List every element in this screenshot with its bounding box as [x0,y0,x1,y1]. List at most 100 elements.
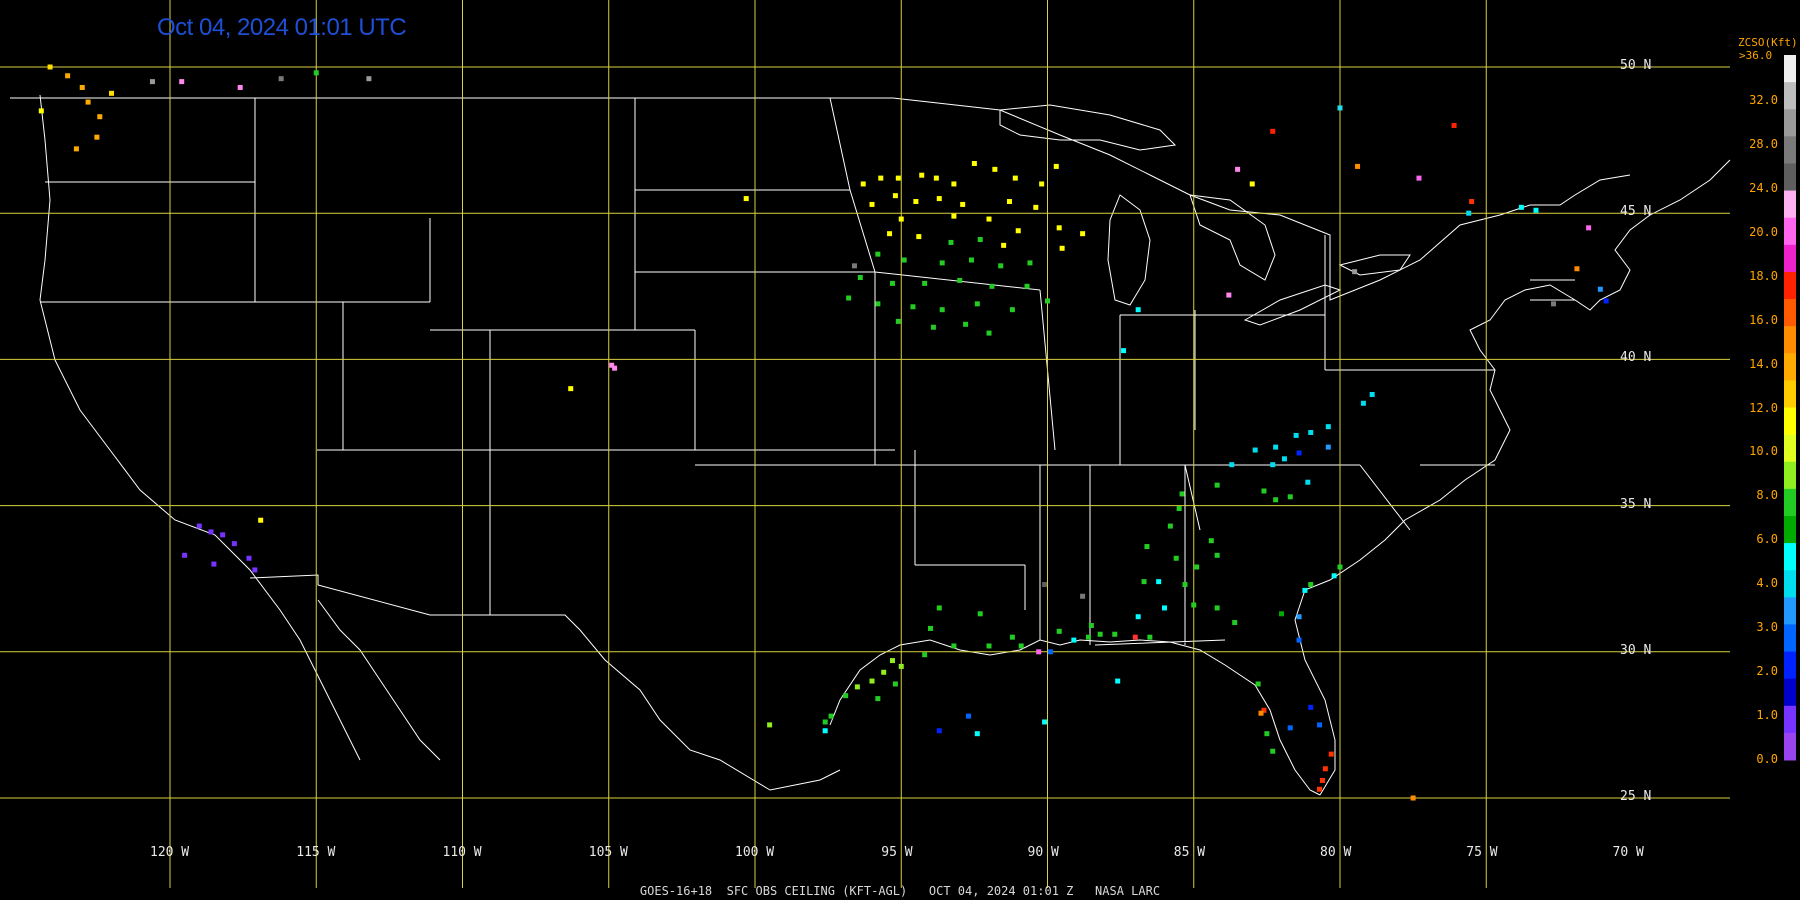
gulf-of-california-coast [317,599,441,761]
observation-marker [1317,722,1323,728]
observation-marker [767,722,773,728]
longitude-label: 110 W [442,845,482,860]
observation-marker [1024,283,1030,289]
colorbar-label: 10.0 [1749,444,1778,459]
observation-marker [910,304,916,310]
colorbar-label: 24.0 [1749,180,1778,195]
observation-marker [1325,424,1331,430]
observation-marker [919,172,925,178]
observation-marker [971,160,977,166]
observation-marker [1273,444,1279,450]
observation-marker [1088,622,1094,628]
observation-marker [1232,620,1238,626]
observation-marker [992,166,998,172]
colorbar-label: 1.0 [1756,708,1778,723]
observation-marker [1071,637,1077,643]
observation-marker [1258,710,1264,716]
observation-marker [1097,631,1103,637]
observation-marker [220,532,226,538]
colorbar-segment [1784,705,1796,734]
observation-marker [313,70,319,76]
observation-marker [47,64,53,70]
observation-marker [612,365,618,371]
observation-marker [1305,479,1311,485]
observation-marker [1322,766,1328,772]
observation-marker [85,99,91,105]
observation-marker [1416,175,1422,181]
observation-marker [913,199,919,205]
observation-marker [1270,462,1276,468]
colorbar-label: 32.0 [1749,93,1778,107]
observation-marker [916,234,922,240]
lake-erie [1243,284,1342,326]
atlantic-coastline [1294,159,1731,796]
observation-marker [1015,228,1021,234]
observation-marker [822,728,828,734]
latitude-label: 35 N [1620,496,1652,512]
observation-marker [951,213,957,219]
observation-marker [1229,462,1235,468]
observation-marker [875,696,881,702]
observation-marker [939,307,945,313]
observation-marker [989,283,995,289]
observation-marker [252,567,258,573]
observation-marker [1208,538,1214,544]
observation-marker [1115,678,1121,684]
colorbar-segment [1784,407,1796,436]
observation-marker [892,193,898,199]
colorbar-label: 0.0 [1756,752,1778,766]
observation-marker [1574,266,1580,272]
observation-marker [1047,649,1053,655]
colorbar-segment [1784,217,1796,246]
longitude-label: 105 W [588,845,628,860]
gulf-coastline [829,639,1321,796]
observation-marker [977,237,983,243]
latitude-label: 30 N [1620,642,1652,658]
observation-marker [1056,225,1062,231]
observation-marker [1261,488,1267,494]
observation-marker [901,257,907,263]
observation-marker [1270,128,1276,134]
colorbar-segment [1784,732,1796,761]
observation-marker [1533,207,1539,213]
longitude-label: 95 W [881,845,913,860]
observation-marker [196,523,202,529]
observation-marker [1287,725,1293,731]
us-mexico-border [249,574,841,791]
observation-marker [1328,751,1334,757]
colorbar-label: 8.0 [1756,488,1778,503]
observation-marker [1317,786,1323,792]
observation-marker [1214,552,1220,558]
observation-marker [1360,400,1366,406]
observation-marker [1042,719,1048,725]
lake-michigan [1107,194,1151,306]
observation-marker [1273,497,1279,503]
colorbar-segment [1784,488,1796,517]
observation-marker [1337,564,1343,570]
observation-marker [1012,175,1018,181]
observation-marker [1255,681,1261,687]
observation-marker [246,555,252,561]
observation-marker [1319,777,1325,783]
footer-caption: GOES-16+18 SFC OBS CEILING (KFT-AGL) OCT… [639,884,1161,898]
observation-marker [998,263,1004,269]
weather-map [0,0,1796,888]
observation-marker [878,175,884,181]
observation-marker [1179,491,1185,497]
observation-marker [1056,628,1062,634]
observation-marker [977,611,983,617]
colorbar-label: 20.0 [1749,224,1778,239]
observation-marker [1182,582,1188,588]
colorbar-segment [1784,190,1796,219]
observation-marker [1167,523,1173,529]
observation-marker [1308,582,1314,588]
observation-marker [1039,181,1045,187]
observation-marker [1112,631,1118,637]
observation-marker [1293,432,1299,438]
observation-marker [887,231,893,237]
latitude-label: 25 N [1620,789,1652,804]
observation-marker [936,605,942,611]
observation-marker [208,529,214,535]
observation-marker [1469,199,1475,205]
observation-marker [1156,579,1162,585]
